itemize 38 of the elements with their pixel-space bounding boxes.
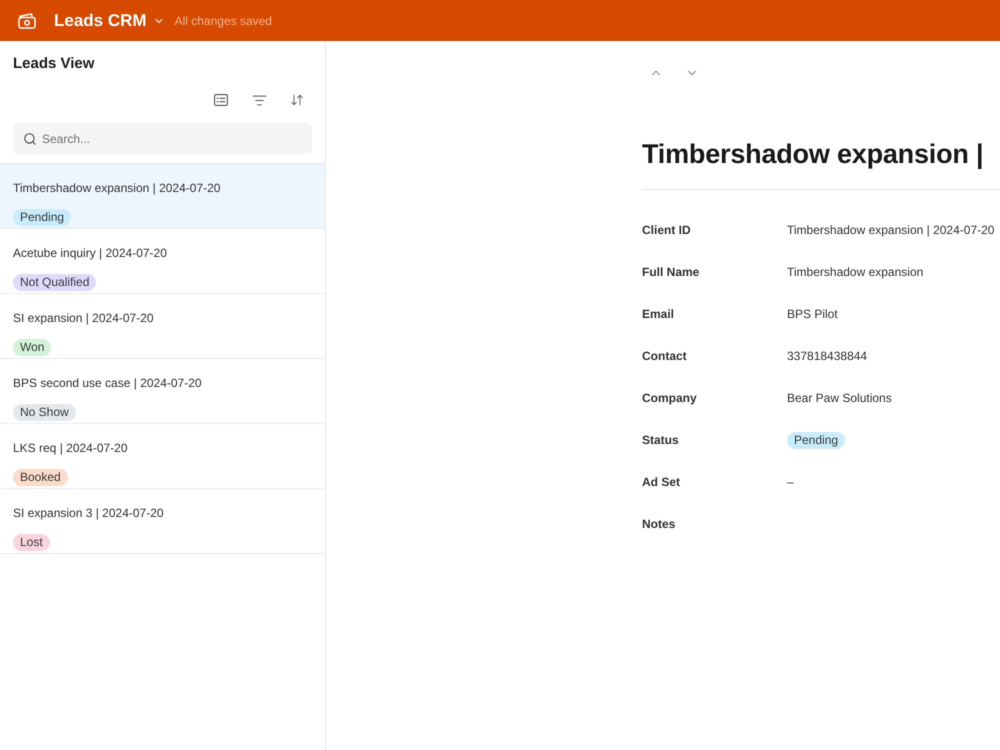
list-view-icon xyxy=(214,94,228,106)
field-label: Full Name xyxy=(642,264,700,281)
field-label: Client ID xyxy=(642,222,692,239)
search-field[interactable]: Search... xyxy=(13,123,312,154)
save-status: All changes saved xyxy=(174,12,272,30)
field-value: Timbershadow expansion | 2024-07-20 xyxy=(787,222,994,239)
search-icon xyxy=(23,132,37,146)
banknote-icon xyxy=(18,12,36,28)
field-value: – xyxy=(787,474,794,491)
status-badge: Lost xyxy=(13,534,50,551)
lead-title: BPS second use case | 2024-07-20 xyxy=(13,375,202,391)
field-label: Notes xyxy=(642,516,676,533)
status-badge: Pending xyxy=(787,432,846,448)
sort-icon xyxy=(290,93,304,107)
sidebar-title: Leads View xyxy=(13,54,96,74)
field-value: BPS Pilot xyxy=(787,306,838,323)
status-badge: Won xyxy=(13,339,52,356)
lead-title: LKS req | 2024-07-20 xyxy=(13,440,128,456)
field-label: Ad Set xyxy=(642,474,682,491)
filter-icon xyxy=(252,92,266,108)
lead-title: SI expansion | 2024-07-20 xyxy=(13,310,154,326)
field-value: 337818438844 xyxy=(787,348,868,365)
lead-title: Acetube inquiry | 2024-07-20 xyxy=(13,245,167,261)
lead-title: SI expansion 3 | 2024-07-20 xyxy=(13,505,164,521)
field-value: Bear Paw Solutions xyxy=(787,390,892,407)
status-badge: Booked xyxy=(13,469,68,486)
app-title-menu[interactable]: Leads CRM xyxy=(54,8,165,34)
status-badge: Pending xyxy=(13,209,72,226)
lead-list-item[interactable]: Timbershadow expansion | 2024-07-20 Pending xyxy=(0,164,325,229)
field-label: Contact xyxy=(642,348,688,365)
field-label: Email xyxy=(642,306,676,323)
lead-title: Timbershadow expansion | 2024-07-20 xyxy=(13,180,220,196)
status-badge: Not Qualified xyxy=(13,274,96,291)
lead-title-heading: Timbershadow expansion | xyxy=(642,138,984,171)
field-label: Company xyxy=(642,390,698,407)
field-value: Timbershadow expansion xyxy=(787,264,924,281)
field-label: Status xyxy=(642,432,680,449)
status-badge: No Show xyxy=(13,404,76,421)
